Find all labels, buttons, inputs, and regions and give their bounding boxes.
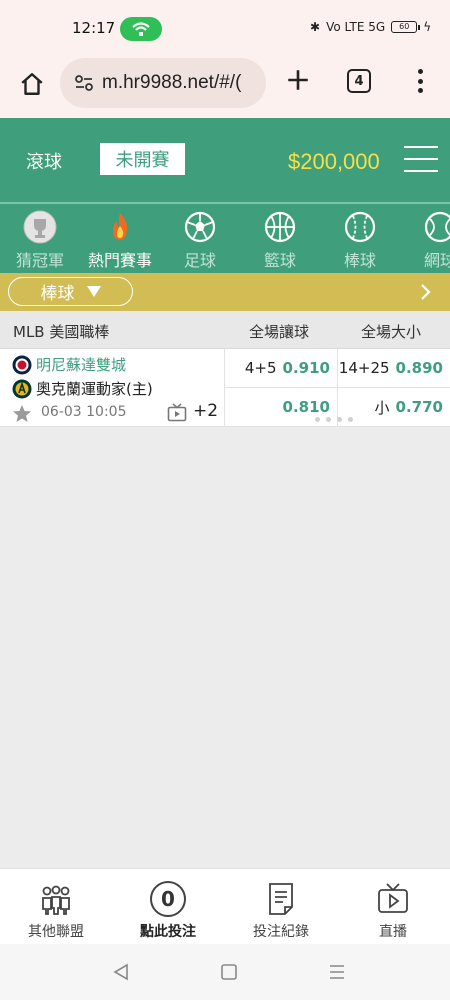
category-champion[interactable]: 猜冠軍 xyxy=(0,210,80,272)
page-indicator xyxy=(315,417,353,422)
odds-divider xyxy=(337,349,338,427)
bottom-navigation: 其他聯盟 0 點此投注 投注紀錄 直播 xyxy=(0,868,450,944)
bet-slip-count: 0 xyxy=(150,881,186,917)
category-hot[interactable]: 熱門賽事 xyxy=(80,210,160,272)
column-handicap: 全場讓球 xyxy=(249,323,310,341)
triangle-down-icon xyxy=(86,285,101,297)
basketball-icon xyxy=(264,211,296,243)
odds-table-header: MLB 美國職棒 全場讓球 全場大小 xyxy=(0,311,450,349)
category-tennis[interactable]: 網球 xyxy=(400,210,450,272)
more-dot xyxy=(417,78,423,84)
system-navigation-bar xyxy=(0,944,450,1000)
category-baseball[interactable]: 棒球 xyxy=(320,210,400,272)
tv-play-icon xyxy=(378,883,408,913)
nav-place-bet[interactable]: 0 點此投注 xyxy=(112,881,224,941)
hamburger-menu-icon[interactable] xyxy=(404,146,438,172)
handicap-home-odds[interactable]: 4+5 0.910 xyxy=(225,349,338,388)
more-dot xyxy=(417,69,423,74)
url-bar[interactable]: m.hr9988.net/#/( xyxy=(60,58,266,108)
nav-label: 直播 xyxy=(379,924,407,940)
network-text: Vo LTE 5G xyxy=(326,20,386,34)
charging-icon: ϟ xyxy=(423,20,432,34)
more-dot xyxy=(417,88,423,93)
baseball-icon xyxy=(344,211,376,243)
away-team: 奧克蘭運動家(主) xyxy=(12,378,153,399)
category-label: 棒球 xyxy=(343,251,376,270)
column-total: 全場大小 xyxy=(361,323,422,341)
tab-live[interactable]: 滾球 xyxy=(26,148,62,174)
status-time: 12:17 xyxy=(72,19,116,37)
total-line: 14+25 xyxy=(338,359,390,377)
url-text: m.hr9988.net/#/( xyxy=(102,72,242,93)
home-square-icon[interactable] xyxy=(220,963,238,981)
site-settings-icon xyxy=(75,75,93,91)
home-team-name: 明尼蘇達雙城 xyxy=(36,356,127,374)
category-basketball[interactable]: 籃球 xyxy=(240,210,320,272)
chevron-right-icon[interactable] xyxy=(416,283,434,301)
nav-label: 其他聯盟 xyxy=(28,924,84,940)
handicap-home-price: 0.910 xyxy=(282,359,330,377)
status-bar: 12:17 ✱ Vo LTE 5G 60 ϟ xyxy=(0,0,450,56)
fire-icon xyxy=(113,213,128,240)
browser-toolbar: m.hr9988.net/#/( 4 xyxy=(0,56,450,118)
category-label: 足球 xyxy=(183,251,216,270)
match-datetime: 06-03 10:05 xyxy=(41,404,127,420)
tennis-ball-icon xyxy=(424,211,450,243)
sport-dropdown-value: 棒球 xyxy=(40,284,75,304)
nav-label: 投注紀錄 xyxy=(253,924,309,940)
tab-upcoming[interactable]: 未開賽 xyxy=(100,143,185,175)
athletics-logo-icon xyxy=(12,379,32,398)
trophy-icon xyxy=(23,210,57,244)
battery-icon: 60 xyxy=(391,21,421,33)
status-indicators: ✱ Vo LTE 5G 60 ϟ xyxy=(310,20,431,34)
home-team: 明尼蘇達雙城 xyxy=(12,354,126,375)
account-balance: $200,000 xyxy=(288,149,380,174)
away-team-name: 奧克蘭運動家(主) xyxy=(36,380,153,398)
twins-logo-icon xyxy=(12,355,32,374)
wifi-hotspot-icon xyxy=(120,17,162,41)
app-header: 滾球 未開賽 $200,000 xyxy=(0,118,450,204)
total-under-label: 小 xyxy=(374,398,390,417)
handicap-line: 4+5 xyxy=(244,359,277,377)
back-triangle-icon[interactable] xyxy=(112,963,130,981)
league-name: MLB 美國職棒 xyxy=(13,323,110,341)
total-under-odds[interactable]: 小 0.770 xyxy=(338,388,450,427)
total-over-price: 0.890 xyxy=(395,359,443,377)
recents-menu-icon[interactable] xyxy=(328,963,346,981)
nav-label: 點此投注 xyxy=(140,924,196,940)
browser-menu-button[interactable] xyxy=(410,66,430,96)
sport-filter-bar: 棒球 xyxy=(0,273,450,311)
category-label: 籃球 xyxy=(263,251,296,270)
category-soccer[interactable]: 足球 xyxy=(160,210,240,272)
document-icon xyxy=(269,883,293,915)
more-markets-count[interactable]: +2 xyxy=(193,401,218,421)
sport-category-tabs: 猜冠軍 熱門賽事 足球 籃球 棒球 網球 xyxy=(0,204,450,273)
odds-grid: 4+5 0.910 14+25 0.890 0.810 小 0.770 xyxy=(224,349,450,427)
live-tv-icon[interactable] xyxy=(167,403,187,423)
category-label: 猜冠軍 xyxy=(15,251,64,270)
soccer-ball-icon xyxy=(184,211,216,243)
tab-switcher-button[interactable]: 4 xyxy=(347,69,371,93)
total-under-price: 0.770 xyxy=(395,398,443,416)
handicap-away-price: 0.810 xyxy=(282,398,330,416)
new-tab-button[interactable] xyxy=(282,64,314,96)
nav-other-leagues[interactable]: 其他聯盟 xyxy=(0,881,112,941)
category-label: 網球 xyxy=(423,251,450,270)
nav-live-stream[interactable]: 直播 xyxy=(337,881,449,941)
match-row: 明尼蘇達雙城 奧克蘭運動家(主) 06-03 10:05 +2 4+5 0.91… xyxy=(0,349,450,427)
home-button[interactable] xyxy=(12,64,52,104)
plus-icon xyxy=(288,70,308,90)
sport-dropdown[interactable]: 棒球 xyxy=(8,277,133,306)
nav-bet-history[interactable]: 投注紀錄 xyxy=(225,881,337,941)
favorite-star-icon[interactable] xyxy=(12,404,32,424)
people-icon xyxy=(42,885,70,915)
bluetooth-icon: ✱ xyxy=(310,20,321,34)
category-label: 熱門賽事 xyxy=(87,251,152,270)
total-over-odds[interactable]: 14+25 0.890 xyxy=(338,349,450,388)
home-icon xyxy=(21,73,43,95)
